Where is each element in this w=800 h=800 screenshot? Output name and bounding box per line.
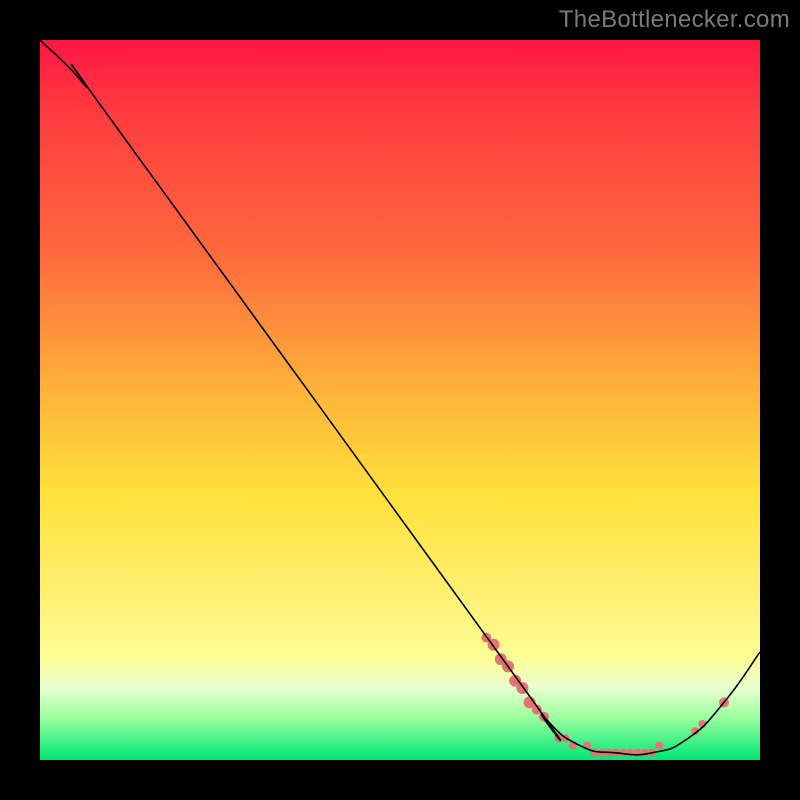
watermark-label: TheBottlenecker.com	[559, 6, 790, 34]
plot-area	[40, 40, 760, 760]
markers-layer	[481, 633, 729, 757]
chart-svg	[40, 40, 760, 760]
data-marker	[626, 749, 634, 757]
curve-line	[40, 40, 760, 755]
data-marker	[655, 742, 663, 750]
data-marker	[641, 749, 649, 757]
chart-stage: TheBottlenecker.com	[0, 0, 800, 800]
